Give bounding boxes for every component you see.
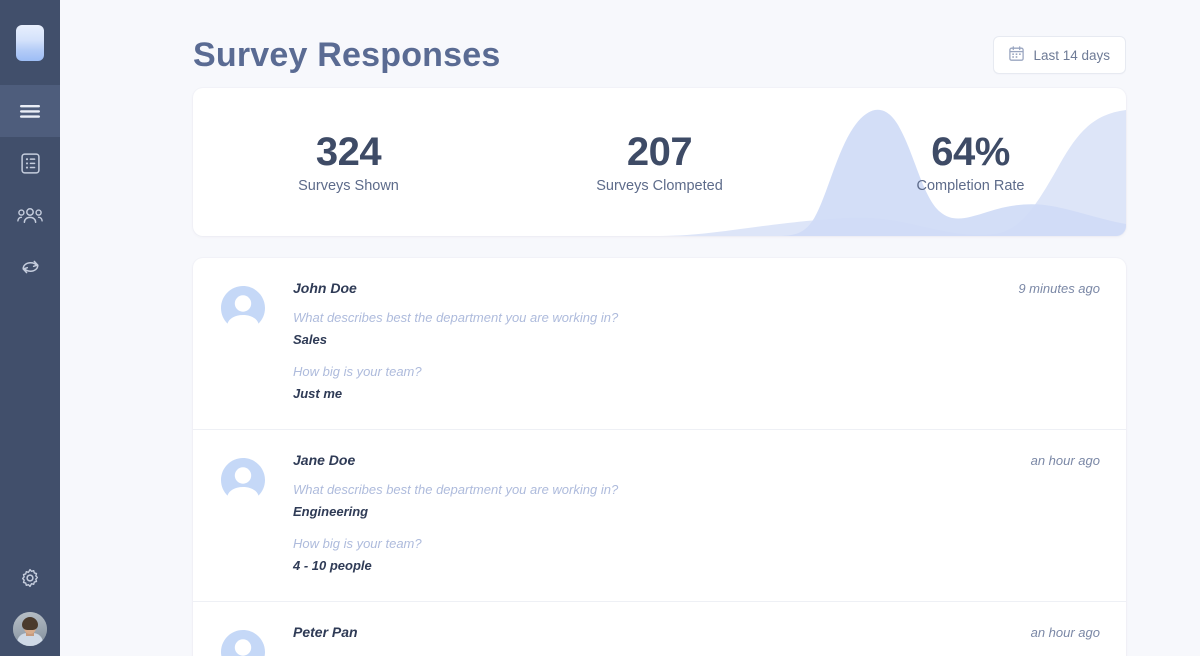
qa-pair: How big is your team? Just me (293, 362, 1100, 403)
app-logo[interactable] (0, 0, 60, 85)
answer-text: Just me (293, 385, 343, 401)
sidebar-item-audience[interactable] (0, 189, 60, 241)
question-text: How big is your team? (293, 536, 422, 551)
stat-surveys-completed: 207 Surveys Clompeted (504, 131, 815, 194)
sidebar-item-settings[interactable] (0, 558, 60, 602)
response-body: Peter Pan an hour ago (293, 624, 1100, 656)
sidebar-item-recurring[interactable] (0, 241, 60, 293)
list-document-icon (20, 152, 40, 174)
table-row[interactable]: Peter Pan an hour ago (193, 601, 1126, 656)
app-logo-mark (16, 24, 44, 61)
stat-label: Surveys Clompeted (596, 177, 723, 194)
hamburger-menu-icon (18, 103, 42, 119)
gear-icon (20, 568, 40, 593)
question-text: What describes best the department you a… (293, 482, 619, 497)
stat-label: Surveys Shown (298, 177, 399, 194)
sidebar-nav (0, 85, 60, 293)
response-body: John Doe 9 minutes ago What describes be… (293, 280, 1100, 403)
answer-text: 4 - 10 people (293, 557, 372, 573)
table-row[interactable]: Jane Doe an hour ago What describes best… (193, 429, 1126, 601)
stat-completion-rate: 64% Completion Rate (815, 131, 1126, 194)
respondent-name: John Doe (293, 280, 357, 296)
qa-pair: What describes best the department you a… (293, 308, 1100, 349)
page-header: Survey Responses Last 14 days (60, 0, 1200, 88)
table-row[interactable]: John Doe 9 minutes ago What describes be… (193, 258, 1126, 429)
avatar[interactable] (13, 612, 47, 646)
sidebar-item-surveys[interactable] (0, 137, 60, 189)
respondent-name: Jane Doe (293, 452, 356, 468)
date-range-filter-button[interactable]: Last 14 days (993, 36, 1126, 74)
response-header: Peter Pan an hour ago (293, 624, 1100, 640)
qa-pair: How big is your team? 4 - 10 people (293, 534, 1100, 575)
response-timestamp: 9 minutes ago (1018, 281, 1100, 296)
stat-value: 64% (931, 129, 1010, 174)
stat-label: Completion Rate (916, 177, 1025, 194)
person-avatar-icon (221, 286, 265, 330)
question-text: How big is your team? (293, 364, 422, 379)
stat-value: 324 (315, 129, 382, 174)
stats-row: 324 Surveys Shown 207 Surveys Clompeted … (193, 88, 1126, 236)
response-header: Jane Doe an hour ago (293, 452, 1100, 468)
person-avatar-icon (221, 630, 265, 656)
person-avatar-icon (221, 458, 265, 502)
date-range-label: Last 14 days (1033, 47, 1110, 63)
stat-surveys-shown: 324 Surveys Shown (193, 131, 504, 194)
response-timestamp: an hour ago (1030, 453, 1100, 468)
main-content: Survey Responses Last 14 days 324 Survey… (60, 0, 1200, 656)
repeat-loop-icon (19, 257, 42, 277)
qa-pair: What describes best the department you a… (293, 480, 1100, 521)
response-header: John Doe 9 minutes ago (293, 280, 1100, 296)
sidebar-footer (0, 558, 60, 646)
calendar-icon (1009, 46, 1025, 64)
answer-text: Sales (293, 331, 327, 347)
stats-summary-card: 324 Surveys Shown 207 Surveys Clompeted … (193, 88, 1126, 236)
app-root: Survey Responses Last 14 days 324 Survey… (0, 0, 1200, 656)
sidebar-item-menu[interactable] (0, 85, 60, 137)
page-title: Survey Responses (193, 36, 501, 74)
response-timestamp: an hour ago (1030, 625, 1100, 640)
users-group-icon (17, 207, 43, 224)
question-text: What describes best the department you a… (293, 310, 619, 325)
answer-text: Engineering (293, 503, 369, 519)
response-body: Jane Doe an hour ago What describes best… (293, 452, 1100, 575)
respondent-name: Peter Pan (293, 624, 358, 640)
sidebar (0, 0, 60, 656)
stat-value: 207 (626, 129, 693, 174)
avatar-hair (22, 617, 38, 630)
responses-list-card: John Doe 9 minutes ago What describes be… (193, 258, 1126, 656)
